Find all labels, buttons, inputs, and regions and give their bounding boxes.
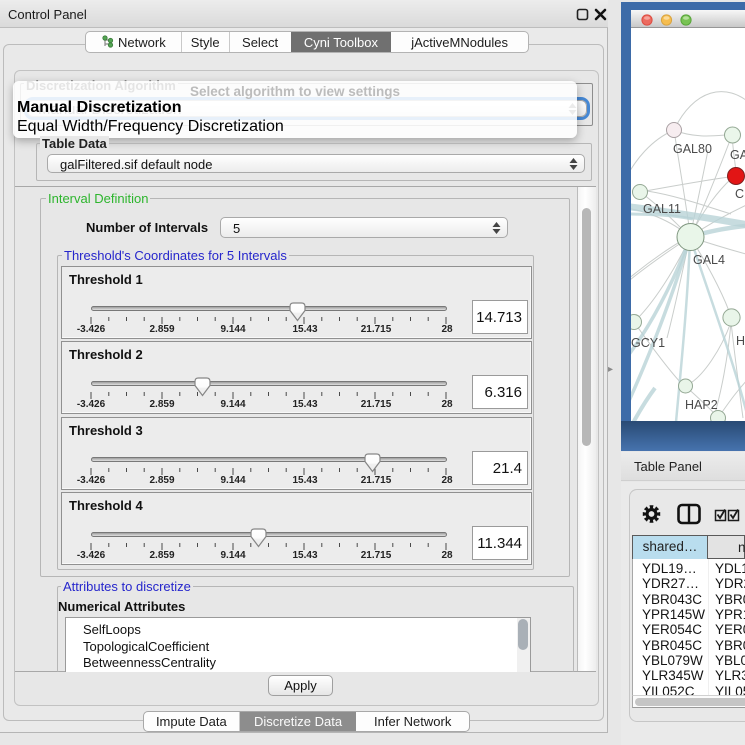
- svg-text:GAL11: GAL11: [643, 202, 681, 216]
- svg-text:H: H: [736, 334, 745, 348]
- svg-text:GAL4: GAL4: [693, 253, 725, 267]
- svg-text:GAL: GAL: [730, 148, 745, 162]
- svg-text:HAP2: HAP2: [685, 398, 718, 412]
- svg-text:GCY1: GCY1: [631, 336, 665, 350]
- svg-text:C: C: [735, 187, 744, 201]
- svg-text:GAL80: GAL80: [673, 142, 712, 156]
